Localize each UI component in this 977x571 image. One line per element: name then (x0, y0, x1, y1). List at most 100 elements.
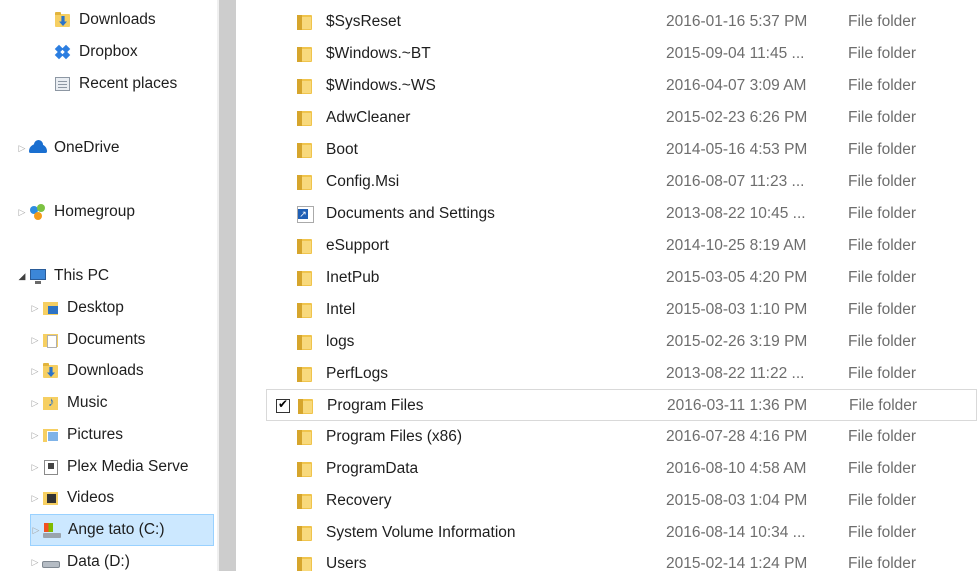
folder-icon (296, 460, 314, 478)
file-name: Documents and Settings (326, 205, 495, 222)
file-date-modified: 2015-09-04 11:45 ... (666, 45, 805, 62)
nav-item-label: Videos (67, 489, 115, 506)
expand-arrow-icon[interactable]: ▷ (17, 133, 27, 163)
expand-arrow-icon[interactable]: ▷ (31, 515, 41, 545)
folder-icon (296, 109, 314, 127)
file-date-modified: 2015-08-03 1:04 PM (666, 492, 808, 509)
file-date-modified: 2016-08-07 11:23 ... (666, 173, 805, 190)
nav-item-videos[interactable]: ▷ Videos (30, 483, 115, 513)
nav-item-downloads[interactable]: ▷ Downloads (30, 356, 144, 386)
file-type: File folder (848, 492, 917, 509)
file-name: PerfLogs (326, 365, 389, 382)
file-type: File folder (848, 269, 917, 286)
file-name: Recovery (326, 492, 392, 509)
file-row[interactable]: $Windows.~BT 2015-09-04 11:45 ... File f… (266, 38, 977, 70)
folder-icon (296, 173, 314, 191)
nav-item-label: Downloads (79, 11, 156, 28)
folder-icon (296, 333, 314, 351)
file-row[interactable]: Config.Msi 2016-08-07 11:23 ... File fol… (266, 166, 977, 198)
row-checkbox[interactable] (276, 397, 290, 413)
file-name: $SysReset (326, 13, 401, 30)
nav-item-downloads-quick[interactable]: Downloads (54, 5, 156, 35)
nav-item-pictures[interactable]: ▷ Pictures (30, 420, 123, 450)
folder-icon (296, 365, 314, 383)
file-row[interactable]: logs 2015-02-26 3:19 PM File folder (266, 326, 977, 358)
file-type: File folder (848, 141, 917, 158)
nav-item-label: Plex Media Serve (67, 458, 189, 475)
file-row[interactable]: Documents and Settings 2013-08-22 10:45 … (266, 198, 977, 230)
file-name: System Volume Information (326, 524, 516, 541)
file-type: File folder (849, 397, 918, 414)
file-name: Users (326, 555, 367, 571)
file-row[interactable]: InetPub 2015-03-05 4:20 PM File folder (266, 262, 977, 294)
nav-item-homegroup[interactable]: ▷ Homegroup (17, 197, 135, 227)
expand-arrow-icon[interactable]: ▷ (30, 293, 40, 323)
nav-item-onedrive[interactable]: ▷ OneDrive (17, 133, 120, 163)
file-row[interactable]: PerfLogs 2013-08-22 11:22 ... File folde… (266, 358, 977, 390)
file-name: ProgramData (326, 460, 419, 477)
desktop-folder-icon (42, 299, 60, 317)
collapse-arrow-icon[interactable]: ◢ (17, 261, 27, 291)
videos-folder-icon (42, 489, 60, 507)
file-type: File folder (848, 365, 917, 382)
expand-arrow-icon[interactable]: ▷ (17, 197, 27, 227)
file-row[interactable]: Intel 2015-08-03 1:10 PM File folder (266, 294, 977, 326)
expand-arrow-icon[interactable]: ▷ (30, 388, 40, 418)
folder-icon (296, 269, 314, 287)
file-row[interactable]: Users 2015-02-14 1:24 PM File folder (266, 548, 977, 571)
navigation-scrollbar-thumb[interactable] (219, 0, 236, 571)
nav-item-label: Downloads (67, 362, 144, 379)
nav-item-drive-c[interactable]: ▷ Ange tato (C:) (30, 514, 214, 546)
file-row[interactable]: System Volume Information 2016-08-14 10:… (266, 517, 977, 549)
music-folder-icon (42, 394, 60, 412)
nav-item-label: Music (67, 394, 108, 411)
nav-item-label: Ange tato (C:) (68, 521, 165, 538)
file-name: Boot (326, 141, 358, 158)
pictures-folder-icon (42, 426, 60, 444)
folder-icon (297, 397, 315, 415)
nav-item-dropbox[interactable]: Dropbox (54, 37, 138, 67)
file-name: InetPub (326, 269, 380, 286)
expand-arrow-icon[interactable]: ▷ (30, 547, 40, 571)
nav-item-desktop[interactable]: ▷ Desktop (30, 293, 124, 323)
folder-icon (296, 492, 314, 510)
file-date-modified: 2016-08-14 10:34 ... (666, 524, 806, 541)
nav-item-drive-d[interactable]: ▷ Data (D:) (30, 547, 130, 571)
file-row[interactable]: ProgramData 2016-08-10 4:58 AM File fold… (266, 453, 977, 485)
nav-item-label: Homegroup (54, 203, 135, 220)
expand-arrow-icon[interactable]: ▷ (30, 356, 40, 386)
nav-item-plex-media-server[interactable]: ▷ Plex Media Serve (30, 452, 188, 482)
expand-arrow-icon[interactable]: ▷ (30, 483, 40, 513)
file-row[interactable]: eSupport 2014-10-25 8:19 AM File folder (266, 230, 977, 262)
file-row[interactable]: $Windows.~WS 2016-04-07 3:09 AM File fol… (266, 70, 977, 102)
folder-icon (296, 45, 314, 63)
file-date-modified: 2016-07-28 4:16 PM (666, 428, 808, 445)
nav-item-recent-places[interactable]: Recent places (54, 69, 177, 99)
documents-folder-icon (42, 331, 60, 349)
file-row[interactable]: $SysReset 2016-01-16 5:37 PM File folder (266, 6, 977, 38)
file-row[interactable]: Program Files (x86) 2016-07-28 4:16 PM F… (266, 421, 977, 453)
file-row[interactable]: Boot 2014-05-16 4:53 PM File folder (266, 134, 977, 166)
file-name: Intel (326, 301, 356, 318)
nav-item-music[interactable]: ▷ Music (30, 388, 108, 418)
nav-item-label: Recent places (79, 75, 178, 92)
file-name: $Windows.~WS (326, 77, 436, 94)
file-row-hovered[interactable]: Program Files 2016-03-11 1:36 PM File fo… (266, 389, 977, 421)
nav-item-documents[interactable]: ▷ Documents (30, 325, 145, 355)
file-row[interactable]: AdwCleaner 2015-02-23 6:26 PM File folde… (266, 102, 977, 134)
drive-icon (42, 553, 60, 571)
file-row[interactable]: Recovery 2015-08-03 1:04 PM File folder (266, 485, 977, 517)
expand-arrow-icon[interactable]: ▷ (30, 325, 40, 355)
expand-arrow-icon[interactable]: ▷ (30, 420, 40, 450)
file-type: File folder (848, 524, 917, 541)
file-type: File folder (848, 77, 917, 94)
file-type: File folder (848, 428, 917, 445)
homegroup-icon (29, 203, 47, 221)
navigation-pane: Downloads Dropbox Recent places ▷ OneDri… (0, 0, 217, 571)
nav-item-this-pc[interactable]: ◢ This PC (17, 261, 109, 291)
folder-icon (296, 77, 314, 95)
computer-icon (29, 267, 47, 285)
folder-icon (296, 237, 314, 255)
file-type: File folder (848, 301, 917, 318)
expand-arrow-icon[interactable]: ▷ (30, 452, 40, 482)
